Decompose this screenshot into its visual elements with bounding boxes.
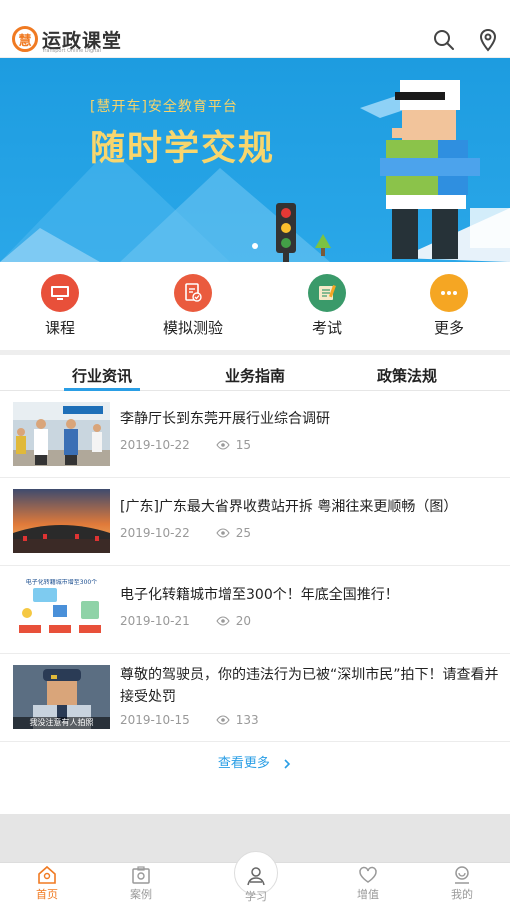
- logo-mark: 慧: [12, 26, 38, 52]
- quick-action-exam[interactable]: 考试: [282, 274, 372, 338]
- view-more-link[interactable]: 查看更多: [0, 752, 510, 771]
- quick-actions: 课程 模拟测验 考试 更多: [0, 262, 510, 350]
- nav-label: 首页: [36, 888, 58, 901]
- banner-subtitle: [慧开车]安全教育平台: [90, 99, 238, 115]
- nav-value-added[interactable]: 增值: [338, 865, 398, 902]
- more-dots-icon: [430, 274, 468, 312]
- tab-industry-news[interactable]: 行业资讯: [72, 365, 132, 386]
- eye-icon: [216, 440, 230, 450]
- news-thumbnail: 我没注意有人拍照: [13, 665, 110, 729]
- news-title: [广东]广东最大省界收费站开拆 粤湘往来更顺畅（图）: [120, 499, 458, 515]
- monitor-icon: [41, 274, 79, 312]
- news-thumbnail: [13, 489, 110, 553]
- search-icon[interactable]: [432, 28, 456, 52]
- location-pin-icon[interactable]: [476, 28, 500, 52]
- app-header: 慧 运政课堂 Transport Online Digital: [0, 0, 510, 58]
- news-tabs: 行业资讯 业务指南 政策法规: [0, 355, 510, 391]
- bottom-navigation: 首页 案例 学习 增值 我的: [0, 851, 510, 904]
- view-more-label: 查看更多: [217, 756, 270, 771]
- news-title: 尊敬的驾驶员，你的违法行为已被“深圳市民”拍下！请查看并接受处罚: [120, 667, 499, 705]
- news-thumbnail: 电子化转籍城市增至300个: [13, 579, 110, 643]
- news-title: 电子化转籍城市增至300个！年底全国推行！: [120, 587, 399, 603]
- document-check-icon: [174, 274, 212, 312]
- app-logo[interactable]: 慧 运政课堂 Transport Online Digital: [12, 22, 122, 56]
- news-views: 25: [235, 526, 252, 540]
- tab-business-guide[interactable]: 业务指南: [225, 365, 285, 386]
- notepad-pen-icon: [308, 274, 346, 312]
- news-meta: 2019-10-21 20: [120, 614, 251, 628]
- carousel-dot-active[interactable]: [252, 243, 258, 249]
- list-item[interactable]: 电子化转籍城市增至300个 电子化转籍城市增至300个！年底全国推行！ 2019…: [0, 566, 510, 654]
- thumbnail-caption: 我没注意有人拍照: [13, 717, 110, 729]
- thumbnail-header-text: 电子化转籍城市增至300个: [25, 579, 98, 586]
- nav-study[interactable]: 学习: [226, 865, 286, 904]
- news-thumbnail: [13, 402, 110, 466]
- logo-subtext: Transport Online Digital: [42, 48, 101, 54]
- news-views: 20: [235, 614, 252, 628]
- news-views: 15: [235, 438, 252, 452]
- quick-action-label: 更多: [433, 319, 464, 337]
- eye-icon: [216, 715, 230, 725]
- promo-banner[interactable]: [慧开车]安全教育平台 随时学交规: [0, 58, 510, 262]
- nav-label: 增值: [357, 888, 379, 901]
- case-camera-icon: [132, 866, 150, 884]
- news-date: 2019-10-22: [120, 526, 190, 540]
- nav-home[interactable]: 首页: [17, 865, 77, 902]
- quick-action-label: 课程: [44, 319, 75, 337]
- eye-icon: [216, 528, 230, 538]
- news-date: 2019-10-21: [120, 614, 190, 628]
- nav-label: 学习: [245, 890, 267, 903]
- nav-label: 我的: [451, 888, 473, 901]
- nav-cases[interactable]: 案例: [111, 865, 171, 902]
- eye-icon: [216, 616, 230, 626]
- news-title: 李静厅长到东莞开展行业综合调研: [120, 411, 330, 427]
- quick-action-label: 考试: [311, 319, 342, 337]
- learner-icon: [247, 867, 265, 886]
- news-views: 133: [235, 713, 259, 727]
- quick-action-more[interactable]: 更多: [404, 274, 494, 338]
- quick-action-course[interactable]: 课程: [15, 274, 105, 338]
- news-meta: 2019-10-22 15: [120, 438, 251, 452]
- news-meta: 2019-10-22 25: [120, 526, 251, 540]
- user-profile-icon: [455, 866, 469, 884]
- list-item[interactable]: [广东]广东最大省界收费站开拆 粤湘往来更顺畅（图） 2019-10-22 25: [0, 478, 510, 566]
- nav-label: 案例: [130, 888, 152, 901]
- list-item[interactable]: 我没注意有人拍照 尊敬的驾驶员，你的违法行为已被“深圳市民”拍下！请查看并接受处…: [0, 654, 510, 742]
- tab-policy-regulations[interactable]: 政策法规: [377, 365, 437, 386]
- banner-title: 随时学交规: [90, 129, 276, 169]
- chevron-right-icon: [284, 758, 291, 769]
- list-item[interactable]: 李静厅长到东莞开展行业综合调研 2019-10-22 15: [0, 391, 510, 478]
- nav-profile[interactable]: 我的: [432, 865, 492, 902]
- heart-icon: [359, 866, 377, 883]
- home-icon: [38, 865, 56, 884]
- quick-action-label: 模拟测验: [162, 319, 223, 337]
- quick-action-mock-test[interactable]: 模拟测验: [148, 274, 238, 338]
- news-date: 2019-10-15: [120, 713, 190, 727]
- news-meta: 2019-10-15 133: [120, 713, 259, 727]
- news-date: 2019-10-22: [120, 438, 190, 452]
